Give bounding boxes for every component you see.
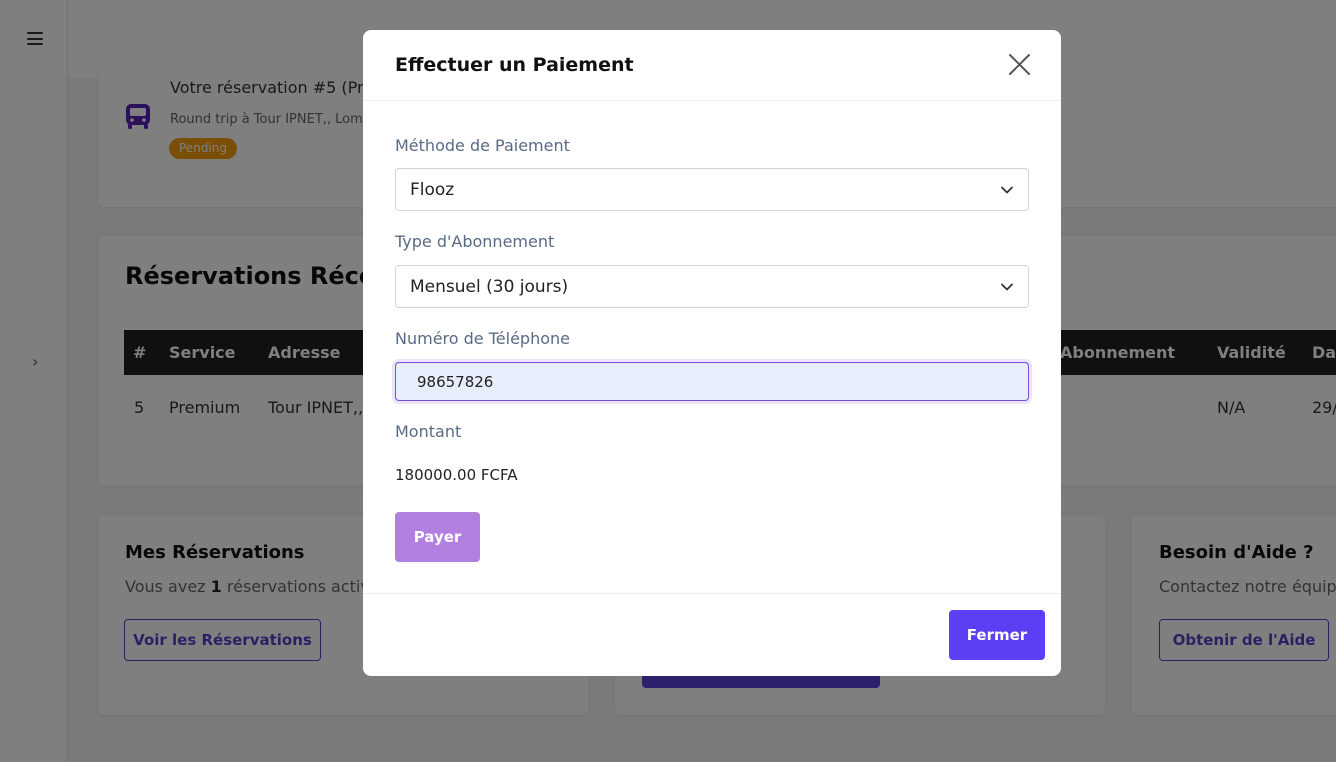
modal-footer-divider bbox=[363, 593, 1061, 594]
amount-value: 180000.00 FCFA bbox=[395, 466, 518, 484]
subscription-type-select[interactable]: Mensuel (30 jours) bbox=[395, 265, 1029, 308]
payment-method-value: Flooz bbox=[410, 180, 455, 200]
amount-label: Montant bbox=[395, 422, 462, 441]
phone-number-label: Numéro de Téléphone bbox=[395, 329, 570, 348]
chevron-down-icon bbox=[1001, 283, 1013, 291]
subscription-type-value: Mensuel (30 jours) bbox=[410, 277, 569, 297]
pay-button[interactable]: Payer bbox=[395, 512, 480, 562]
phone-number-input[interactable] bbox=[395, 362, 1029, 401]
subscription-type-label: Type d'Abonnement bbox=[395, 232, 555, 251]
chevron-down-icon bbox=[1001, 186, 1013, 194]
close-button[interactable]: Fermer bbox=[949, 610, 1045, 660]
close-icon[interactable] bbox=[1006, 51, 1033, 78]
payment-method-label: Méthode de Paiement bbox=[395, 136, 570, 155]
payment-modal: Effectuer un Paiement Méthode de Paiemen… bbox=[363, 30, 1061, 676]
modal-header: Effectuer un Paiement bbox=[363, 30, 1061, 101]
payment-method-select[interactable]: Flooz bbox=[395, 168, 1029, 211]
modal-title: Effectuer un Paiement bbox=[395, 54, 634, 76]
